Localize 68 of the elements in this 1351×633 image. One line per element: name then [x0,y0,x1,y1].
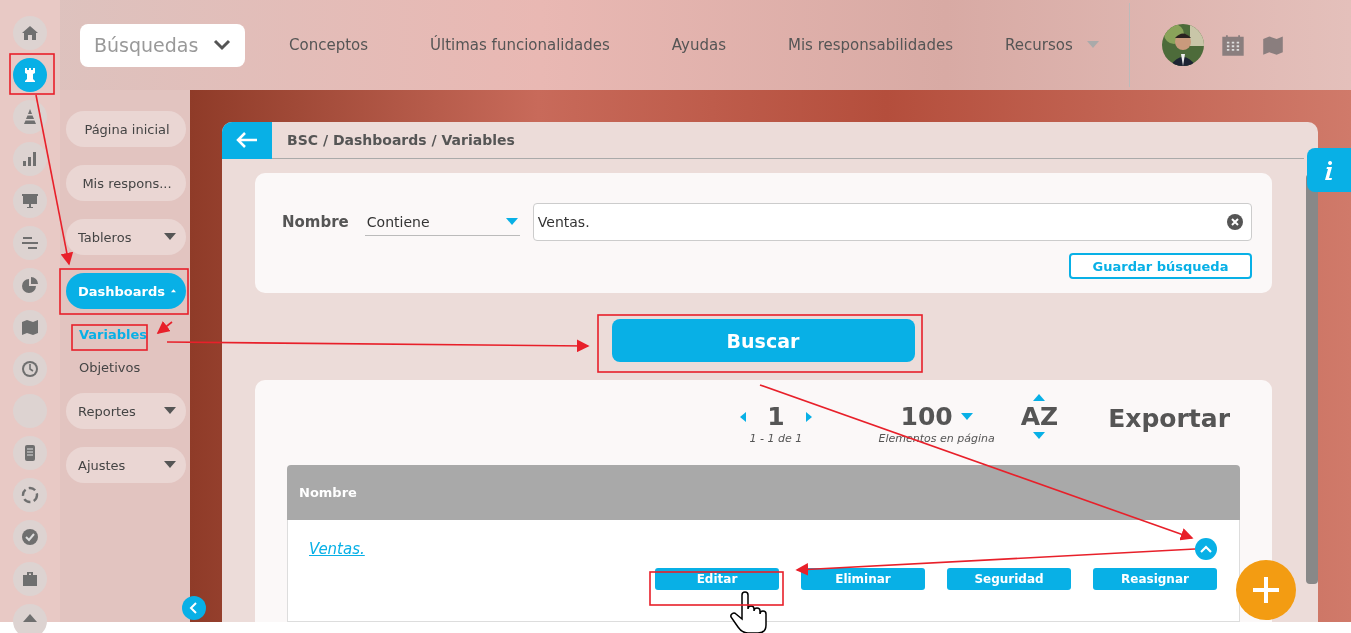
sidebar-subitem[interactable]: Objetivos [66,356,154,379]
nav-link[interactable]: Conceptos [289,36,369,54]
caret-down-icon [960,413,973,421]
nav-icon[interactable] [13,226,47,260]
nav-icon[interactable] [13,520,47,554]
nav-link[interactable]: Recursos [1005,36,1073,54]
chevron-left-icon [189,602,199,614]
sidebar-item[interactable]: Tableros [66,219,186,255]
sidebar-item[interactable]: Dashboards [66,273,186,309]
search-button[interactable]: Buscar [611,319,915,362]
nav-icon[interactable] [13,268,47,302]
nav-icon[interactable] [13,310,47,344]
action-button[interactable]: Reasignar [1093,568,1217,590]
operator-select[interactable]: Contiene [364,208,520,236]
nav-icon[interactable] [13,16,47,50]
sidebar-item[interactable]: Página inicial [66,111,186,147]
caret-down-icon [164,461,176,469]
nav-icon[interactable] [13,478,47,512]
record-link[interactable]: Ventas. [309,540,365,558]
page-number: 1 [767,402,785,432]
nav-icon[interactable] [13,604,47,633]
action-button[interactable]: Eliminar [801,568,925,590]
nav-icon[interactable] [13,142,47,176]
caret-down-icon [164,233,176,241]
nav-icon[interactable] [13,184,47,218]
nav-icon[interactable] [13,562,47,596]
back-arrow-icon [235,131,259,149]
annotation-arrow [156,321,173,334]
page-range: 1 - 1 de 1 [749,432,803,445]
action-button[interactable]: Seguridad [947,568,1071,590]
nav-icon[interactable] [13,58,47,92]
column-header: Nombre [287,465,1240,520]
sidebar-item[interactable]: Ajustes [66,447,186,483]
search-dropdown[interactable]: Búsquedas [80,23,245,67]
search-field[interactable]: Ventas. [532,203,1252,241]
page-size[interactable]: 100 [900,402,953,432]
caret-down-icon [1033,432,1046,440]
sort-button[interactable]: AZ [1020,402,1059,432]
clear-icon[interactable] [1227,214,1243,230]
caret-up-icon [171,287,176,295]
nav-link[interactable]: Mis responsabilidades [787,36,954,54]
chevron-icon [1200,545,1212,553]
nav-icon[interactable] [13,352,47,386]
export-button[interactable]: Exportar [1108,404,1230,434]
back-button[interactable] [222,121,272,159]
plus-icon [1251,575,1281,605]
chevron-down-icon [213,39,231,51]
info-button[interactable] [1307,148,1351,192]
calendar-icon[interactable] [1221,34,1244,56]
save-search-button[interactable]: Guardar búsqueda [1069,253,1252,279]
highlight-frame [9,53,55,95]
nav-icon[interactable] [13,100,47,134]
nav-link[interactable]: Últimas funcionalidades [430,36,610,54]
next-page-button[interactable] [804,412,813,422]
caret-down-icon [164,407,176,415]
field-label: Nombre [282,213,349,231]
caret-up-icon [1033,394,1046,402]
sidebar-item[interactable]: Reportes [66,393,186,429]
breadcrumb: BSC / Dashboards / Variables [287,132,515,148]
action-button[interactable]: Editar [655,568,779,590]
sidebar-item[interactable]: Mis respons... [66,165,186,201]
nav-link[interactable]: Ayudas [671,36,726,54]
nav-icon[interactable] [13,436,47,470]
caret-down-icon [505,217,518,226]
map-icon[interactable] [1261,34,1284,56]
previous-page-button[interactable] [739,412,748,422]
collapse-button[interactable] [182,596,206,620]
collapse-toggle[interactable] [1195,538,1217,560]
